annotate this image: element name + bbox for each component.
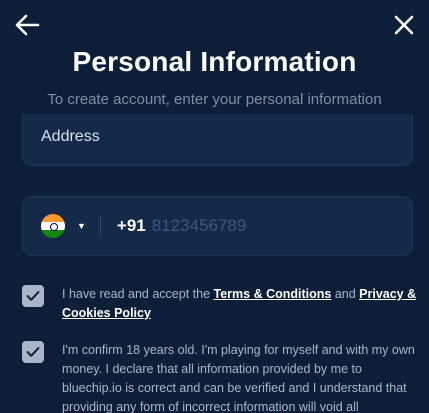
close-icon — [394, 15, 414, 35]
back-button[interactable] — [12, 10, 42, 40]
address-input[interactable] — [23, 114, 412, 165]
check-icon — [26, 291, 40, 301]
terms-checkbox[interactable] — [22, 285, 44, 307]
age-confirm-text: I'm confirm 18 years old. I'm playing fo… — [62, 343, 415, 413]
terms-text-middle: and — [331, 287, 360, 301]
page-subtitle: To create account, enter your personal i… — [47, 91, 382, 108]
india-flag-icon — [41, 214, 65, 238]
divider — [99, 216, 101, 236]
terms-text-before: I have read and accept the — [62, 287, 214, 301]
check-icon — [26, 347, 40, 357]
terms-row: I have read and accept the Terms & Condi… — [22, 285, 417, 323]
age-row: I'm confirm 18 years old. I'm playing fo… — [22, 341, 417, 413]
close-button[interactable] — [389, 10, 419, 40]
age-checkbox[interactable] — [22, 341, 44, 363]
caret-down-icon: ▼ — [77, 221, 86, 231]
terms-conditions-link[interactable]: Terms & Conditions — [214, 287, 332, 301]
page-title: Personal Information — [72, 46, 357, 77]
phone-field-wrapper: ▼ +91 — [22, 196, 413, 256]
terms-text: I have read and accept the Terms & Condi… — [62, 285, 417, 323]
country-code-select[interactable]: ▼ — [23, 197, 86, 255]
phone-input[interactable] — [145, 197, 412, 255]
address-field-wrapper — [22, 114, 413, 166]
arrow-left-icon — [15, 14, 40, 36]
dial-code: +91 — [116, 216, 146, 235]
